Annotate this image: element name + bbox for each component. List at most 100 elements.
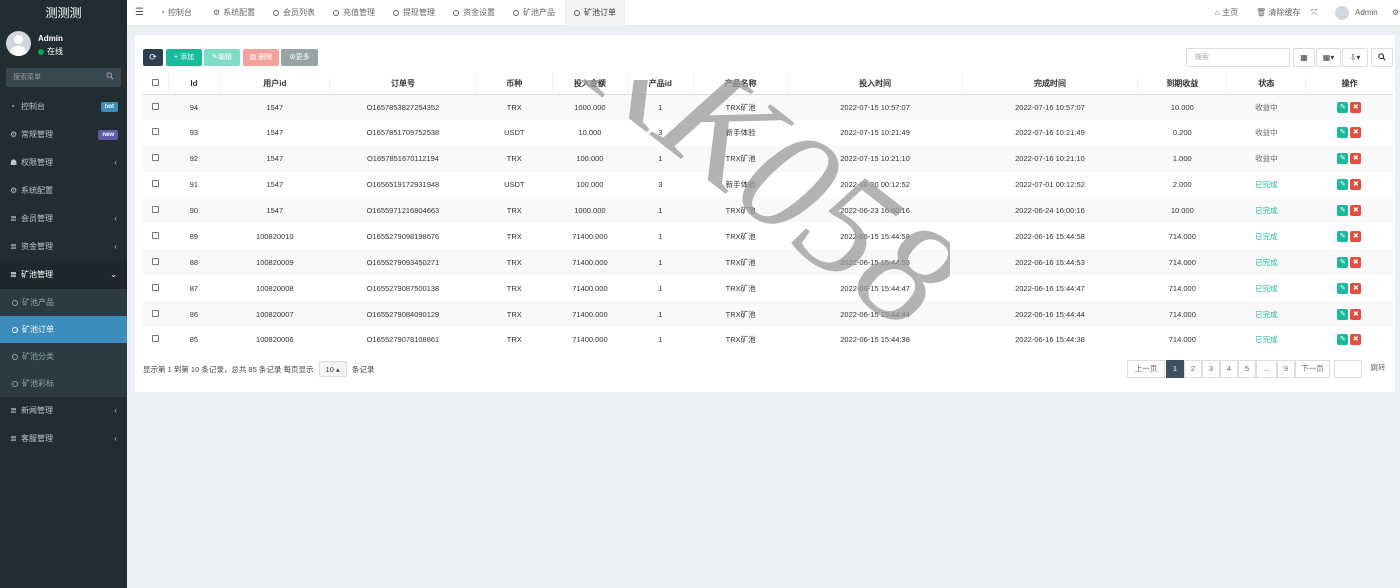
row-checkbox[interactable] [143, 120, 168, 146]
sidebar-item-system-config[interactable]: ⚙ 系统配置 [0, 177, 127, 205]
table-row[interactable]: 93 1547 O1657851709752538 USDT 10.000 3 新手体验 20… [143, 120, 1393, 146]
column-header[interactable]: 产品名称 [692, 73, 788, 95]
fullscreen-icon[interactable]: ⤧ [1311, 0, 1317, 26]
table-row[interactable]: 92 1547 O1657851670112194 TRX 100.000 1 TRX矿池 2… [143, 145, 1393, 172]
row-checkbox[interactable] [143, 197, 169, 224]
row-checkbox[interactable] [143, 275, 168, 301]
sidebar-item-funds[interactable]: ≣ 资金管理 ‹ [0, 233, 127, 261]
table-row[interactable]: 88 100820009 O1655279093450271 TRX 71400.000… [143, 249, 1393, 276]
row-checkbox[interactable] [143, 145, 169, 172]
edit-row-button[interactable]: ✎ [1337, 308, 1349, 320]
table-row[interactable]: 86 100820007 O1655279084090129 TRX 71400.000… [143, 301, 1393, 328]
row-checkbox[interactable] [143, 249, 169, 276]
edit-row-button[interactable]: ✎ [1337, 334, 1349, 346]
sidebar-search-input[interactable]: 搜索菜单 [6, 68, 121, 87]
table-row[interactable]: 85 100820006 O1655279078108861 TRX 71400.000… [143, 327, 1393, 353]
sidebar-item-members[interactable]: ≣ 会员管理 ‹ [0, 205, 127, 233]
edit-row-button[interactable]: ✎ [1337, 179, 1349, 191]
sidebar-subitem-pool-orders[interactable]: 矿池订单 [0, 316, 127, 343]
delete-row-button[interactable]: ✖ [1350, 230, 1362, 242]
edit-row-button[interactable]: ✎ [1337, 127, 1349, 139]
tab-pool-products[interactable]: 矿池产品 [513, 0, 555, 26]
columns-dropdown[interactable]: ▦▾ [1316, 48, 1341, 67]
column-header[interactable]: 币种 [475, 73, 553, 95]
next-page-button[interactable]: 下一页 [1295, 360, 1330, 378]
delete-row-button[interactable]: ✖ [1350, 334, 1362, 346]
select-all-checkbox[interactable] [143, 73, 169, 95]
row-checkbox[interactable] [143, 223, 168, 249]
toggle-view-button[interactable]: ▦ [1293, 48, 1315, 67]
delete-row-button[interactable]: ✖ [1350, 256, 1362, 268]
table-row[interactable]: 87 100820008 O1655279087500138 TRX 71400.000… [143, 275, 1393, 301]
add-button[interactable]: + 添加 [166, 49, 202, 66]
search-button[interactable] [1371, 48, 1393, 67]
table-row[interactable]: 91 1547 O1656519172931948 USDT 100.000 3 新手体验 2… [143, 172, 1393, 198]
more-button[interactable]: ⚙更多 [281, 49, 318, 66]
page-button[interactable]: 2 [1184, 360, 1202, 378]
column-header[interactable]: 完成时间 [961, 73, 1138, 95]
prev-page-button[interactable]: 上一页 [1127, 360, 1165, 378]
delete-row-button[interactable]: ✖ [1350, 101, 1362, 113]
settings-icon[interactable]: ⚙ [1392, 0, 1399, 26]
delete-row-button[interactable]: ✖ [1350, 179, 1362, 191]
edit-button[interactable]: ✎编辑 [204, 49, 240, 66]
row-checkbox[interactable] [143, 301, 169, 328]
app-logo[interactable]: 测测测 [0, 0, 127, 26]
export-dropdown[interactable]: ⇩▾ [1342, 48, 1368, 67]
page-button[interactable]: 3 [1202, 360, 1220, 378]
row-checkbox[interactable] [143, 94, 169, 120]
page-button[interactable]: 4 [1220, 360, 1238, 378]
menu-toggle-icon[interactable]: ☰ [135, 0, 144, 26]
tab-fund-settings[interactable]: 资金设置 [453, 0, 495, 26]
column-header[interactable]: 状态 [1226, 73, 1306, 95]
column-header[interactable]: 订单号 [329, 73, 476, 95]
sidebar-subitem-pool-products[interactable]: 矿池产品 [0, 289, 127, 316]
refresh-button[interactable]: ⟳ [143, 49, 163, 66]
row-checkbox[interactable] [143, 327, 168, 353]
delete-button[interactable]: ▥ 删除 [243, 49, 279, 66]
sidebar-subitem-pool-category[interactable]: 矿池分类 [0, 343, 127, 370]
sidebar-item-support[interactable]: ≣ 客服管理 ‹ [0, 425, 127, 453]
tab-recharge[interactable]: 充值管理 [333, 0, 375, 26]
jump-page-input[interactable] [1334, 360, 1362, 378]
delete-row-button[interactable]: ✖ [1350, 282, 1362, 294]
table-row[interactable]: 89 100820010 O1655279098198676 TRX 71400.000… [143, 223, 1393, 249]
tab-pool-orders[interactable]: 矿池订单 [565, 0, 625, 26]
page-size-dropdown[interactable]: 10 ▴ [318, 361, 347, 377]
column-header[interactable]: Id [167, 73, 220, 95]
tab-dashboard[interactable]: ◔ 控制台 [160, 0, 192, 26]
edit-row-button[interactable]: ✎ [1337, 230, 1349, 242]
column-header[interactable]: 投入金额 [552, 73, 628, 95]
column-header[interactable]: 产品id [626, 73, 694, 95]
sidebar-item-permission[interactable]: ☗ 权限管理 ‹ [0, 149, 127, 177]
delete-row-button[interactable]: ✖ [1350, 127, 1362, 139]
sidebar-item-dashboard[interactable]: ◔ 控制台 hot [0, 93, 127, 121]
delete-row-button[interactable]: ✖ [1350, 308, 1362, 320]
table-row[interactable]: 90 1547 O1655971216804663 TRX 1000.000 1 TRX矿池… [143, 197, 1393, 224]
delete-row-button[interactable]: ✖ [1350, 153, 1362, 165]
search-icon[interactable] [106, 68, 114, 87]
edit-row-button[interactable]: ✎ [1337, 153, 1349, 165]
edit-row-button[interactable]: ✎ [1337, 282, 1349, 294]
home-link[interactable]: ⌂ 主页 [1215, 0, 1238, 26]
edit-row-button[interactable]: ✎ [1337, 101, 1349, 113]
edit-row-button[interactable]: ✎ [1337, 205, 1349, 216]
admin-menu[interactable]: Admin [1335, 0, 1378, 26]
tab-member-list[interactable]: 会员列表 [273, 0, 315, 26]
tab-system-config[interactable]: ⚙ 系统配置 [213, 0, 255, 26]
column-header[interactable]: 到期收益 [1137, 73, 1227, 95]
column-header[interactable]: 用户id [219, 73, 330, 95]
delete-row-button[interactable]: ✖ [1350, 205, 1362, 216]
sidebar-item-news[interactable]: ≣ 新闻管理 ‹ [0, 397, 127, 425]
sidebar-item-general[interactable]: ⚙ 常规管理 new [0, 121, 127, 149]
page-button[interactable]: 5 [1238, 360, 1256, 378]
table-row[interactable]: 94 1547 O1657853827254352 TRX 1000.000 1 TRX矿池… [143, 94, 1393, 120]
clear-cache-button[interactable]: 🗑 清除缓存 [1256, 0, 1300, 26]
sidebar-subitem-pool-tags[interactable]: 矿池彩标 [0, 370, 127, 397]
page-button[interactable]: 9 [1277, 360, 1295, 378]
column-header[interactable]: 投入时间 [787, 73, 963, 95]
page-button[interactable]: 1 [1166, 360, 1184, 378]
edit-row-button[interactable]: ✎ [1337, 256, 1349, 268]
sidebar-item-pool[interactable]: ≣ 矿池管理 ⌄ [0, 261, 127, 289]
jump-button[interactable]: 跳转 [1363, 360, 1393, 378]
